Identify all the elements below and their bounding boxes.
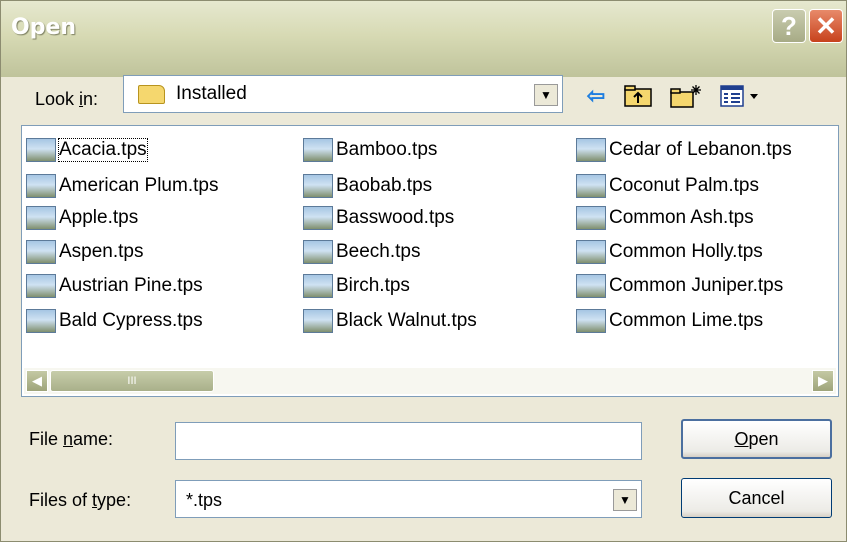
file-name-label: File name: bbox=[29, 429, 114, 449]
file-item[interactable]: Birch.tps bbox=[303, 272, 410, 300]
create-new-folder-icon[interactable] bbox=[669, 83, 703, 109]
file-name: Beech.tps bbox=[336, 241, 421, 262]
tree-file-icon bbox=[576, 274, 606, 298]
cancel-button[interactable]: Cancel bbox=[681, 478, 832, 518]
file-item[interactable]: Acacia.tps bbox=[26, 136, 148, 164]
file-name: Bald Cypress.tps bbox=[59, 310, 203, 331]
file-name: Black Walnut.tps bbox=[336, 310, 477, 331]
file-name: Aspen.tps bbox=[59, 241, 144, 262]
scroll-left-button[interactable]: ◀ bbox=[26, 370, 48, 392]
file-item[interactable]: Bald Cypress.tps bbox=[26, 307, 203, 335]
tree-file-icon bbox=[576, 240, 606, 264]
file-name: Acacia.tps bbox=[58, 138, 148, 162]
close-button[interactable]: ✕ bbox=[809, 9, 843, 43]
tree-file-icon bbox=[26, 274, 56, 298]
file-name: Bamboo.tps bbox=[336, 139, 438, 160]
horizontal-scrollbar[interactable]: ◀ III ▶ bbox=[24, 368, 836, 394]
help-button[interactable]: ? bbox=[772, 9, 806, 43]
tree-file-icon bbox=[26, 206, 56, 230]
tree-file-icon bbox=[303, 138, 333, 162]
file-name: Austrian Pine.tps bbox=[59, 275, 203, 296]
tree-file-icon bbox=[303, 206, 333, 230]
scrollbar-thumb[interactable]: III bbox=[50, 370, 214, 392]
file-type-value: *.tps bbox=[186, 490, 223, 510]
folder-icon bbox=[138, 85, 165, 104]
file-item[interactable]: Bamboo.tps bbox=[303, 136, 437, 164]
tree-file-icon bbox=[576, 206, 606, 230]
file-item[interactable]: Aspen.tps bbox=[26, 238, 144, 266]
tree-file-icon bbox=[576, 138, 606, 162]
file-item[interactable]: Black Walnut.tps bbox=[303, 307, 477, 335]
tree-file-icon bbox=[26, 240, 56, 264]
tree-file-icon bbox=[576, 174, 606, 198]
open-dialog: Open ? ✕ Look in: Installed ▼ ⇦ Acacia.t… bbox=[0, 0, 847, 542]
file-name: Common Ash.tps bbox=[609, 207, 754, 228]
chevron-right-icon: ▶ bbox=[818, 373, 828, 388]
look-in-dropdown-arrow[interactable]: ▼ bbox=[534, 84, 558, 106]
file-item[interactable]: Cedar of Lebanon.tps bbox=[576, 136, 792, 164]
close-icon: ✕ bbox=[815, 10, 837, 41]
view-menu-icon[interactable] bbox=[719, 83, 763, 109]
file-item[interactable]: Common Ash.tps bbox=[576, 204, 754, 232]
file-name: Birch.tps bbox=[336, 275, 410, 296]
file-name: Common Juniper.tps bbox=[609, 275, 784, 296]
files-of-type-label: Files of type: bbox=[29, 490, 132, 510]
file-list[interactable]: Acacia.tps American Plum.tps Apple.tps A… bbox=[21, 125, 839, 397]
look-in-label: Look in: bbox=[35, 89, 99, 109]
tree-file-icon bbox=[26, 138, 56, 162]
file-name: Cedar of Lebanon.tps bbox=[609, 139, 792, 160]
files-of-type-select[interactable]: *.tps ▼ bbox=[175, 480, 642, 518]
file-item[interactable]: Apple.tps bbox=[26, 204, 138, 232]
file-name-input[interactable] bbox=[175, 422, 642, 460]
file-item[interactable]: Beech.tps bbox=[303, 238, 421, 266]
file-item[interactable]: American Plum.tps bbox=[26, 172, 218, 200]
tree-file-icon bbox=[576, 309, 606, 333]
chevron-down-icon: ▼ bbox=[619, 493, 631, 507]
look-in-dropdown[interactable]: Installed ▼ bbox=[123, 75, 563, 113]
file-name: Common Lime.tps bbox=[609, 310, 764, 331]
file-type-dropdown-arrow[interactable]: ▼ bbox=[613, 489, 637, 511]
file-item[interactable]: Basswood.tps bbox=[303, 204, 454, 232]
title-bar[interactable]: Open ? ✕ bbox=[1, 1, 846, 77]
file-item[interactable]: Baobab.tps bbox=[303, 172, 432, 200]
open-button[interactable]: Open bbox=[681, 419, 832, 459]
file-name: Coconut Palm.tps bbox=[609, 175, 759, 196]
scroll-right-button[interactable]: ▶ bbox=[812, 370, 834, 392]
dialog-title: Open bbox=[11, 15, 77, 40]
file-name: Apple.tps bbox=[59, 207, 139, 228]
file-item[interactable]: Austrian Pine.tps bbox=[26, 272, 203, 300]
file-item[interactable]: Common Holly.tps bbox=[576, 238, 763, 266]
file-name: Common Holly.tps bbox=[609, 241, 763, 262]
tree-file-icon bbox=[303, 174, 333, 198]
file-item[interactable]: Common Juniper.tps bbox=[576, 272, 783, 300]
file-item[interactable]: Common Lime.tps bbox=[576, 307, 763, 335]
up-one-level-icon[interactable] bbox=[623, 83, 653, 109]
tree-file-icon bbox=[303, 309, 333, 333]
file-name: Baobab.tps bbox=[336, 175, 433, 196]
tree-file-icon bbox=[26, 174, 56, 198]
help-icon: ? bbox=[781, 10, 797, 41]
file-item[interactable]: Coconut Palm.tps bbox=[576, 172, 759, 200]
current-folder-name: Installed bbox=[176, 83, 247, 104]
chevron-left-icon: ◀ bbox=[32, 373, 42, 388]
file-name: American Plum.tps bbox=[59, 175, 219, 196]
chevron-down-icon: ▼ bbox=[540, 88, 552, 102]
back-icon[interactable]: ⇦ bbox=[583, 83, 609, 109]
tree-file-icon bbox=[303, 274, 333, 298]
tree-file-icon bbox=[26, 309, 56, 333]
tree-file-icon bbox=[303, 240, 333, 264]
grip-icon: III bbox=[127, 375, 137, 387]
file-name: Basswood.tps bbox=[336, 207, 455, 228]
